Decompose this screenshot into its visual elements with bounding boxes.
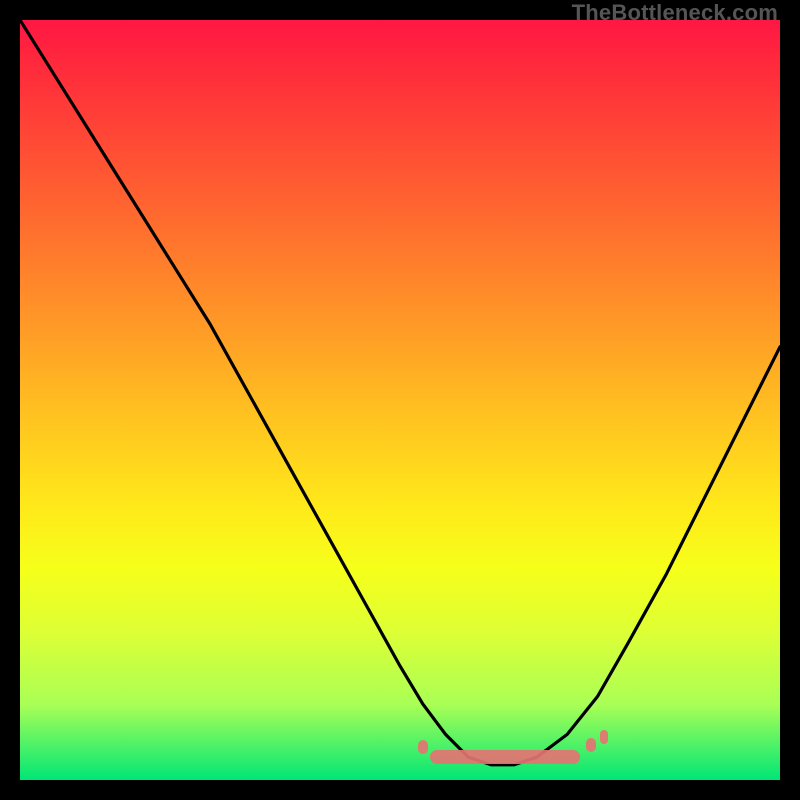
optimal-marker — [430, 750, 580, 764]
optimal-marker — [586, 738, 596, 752]
watermark-text: TheBottleneck.com — [572, 0, 778, 26]
optimal-marker — [600, 730, 608, 744]
plot-area — [20, 20, 780, 780]
optimal-marker — [418, 740, 428, 754]
bottleneck-curve — [20, 20, 780, 780]
